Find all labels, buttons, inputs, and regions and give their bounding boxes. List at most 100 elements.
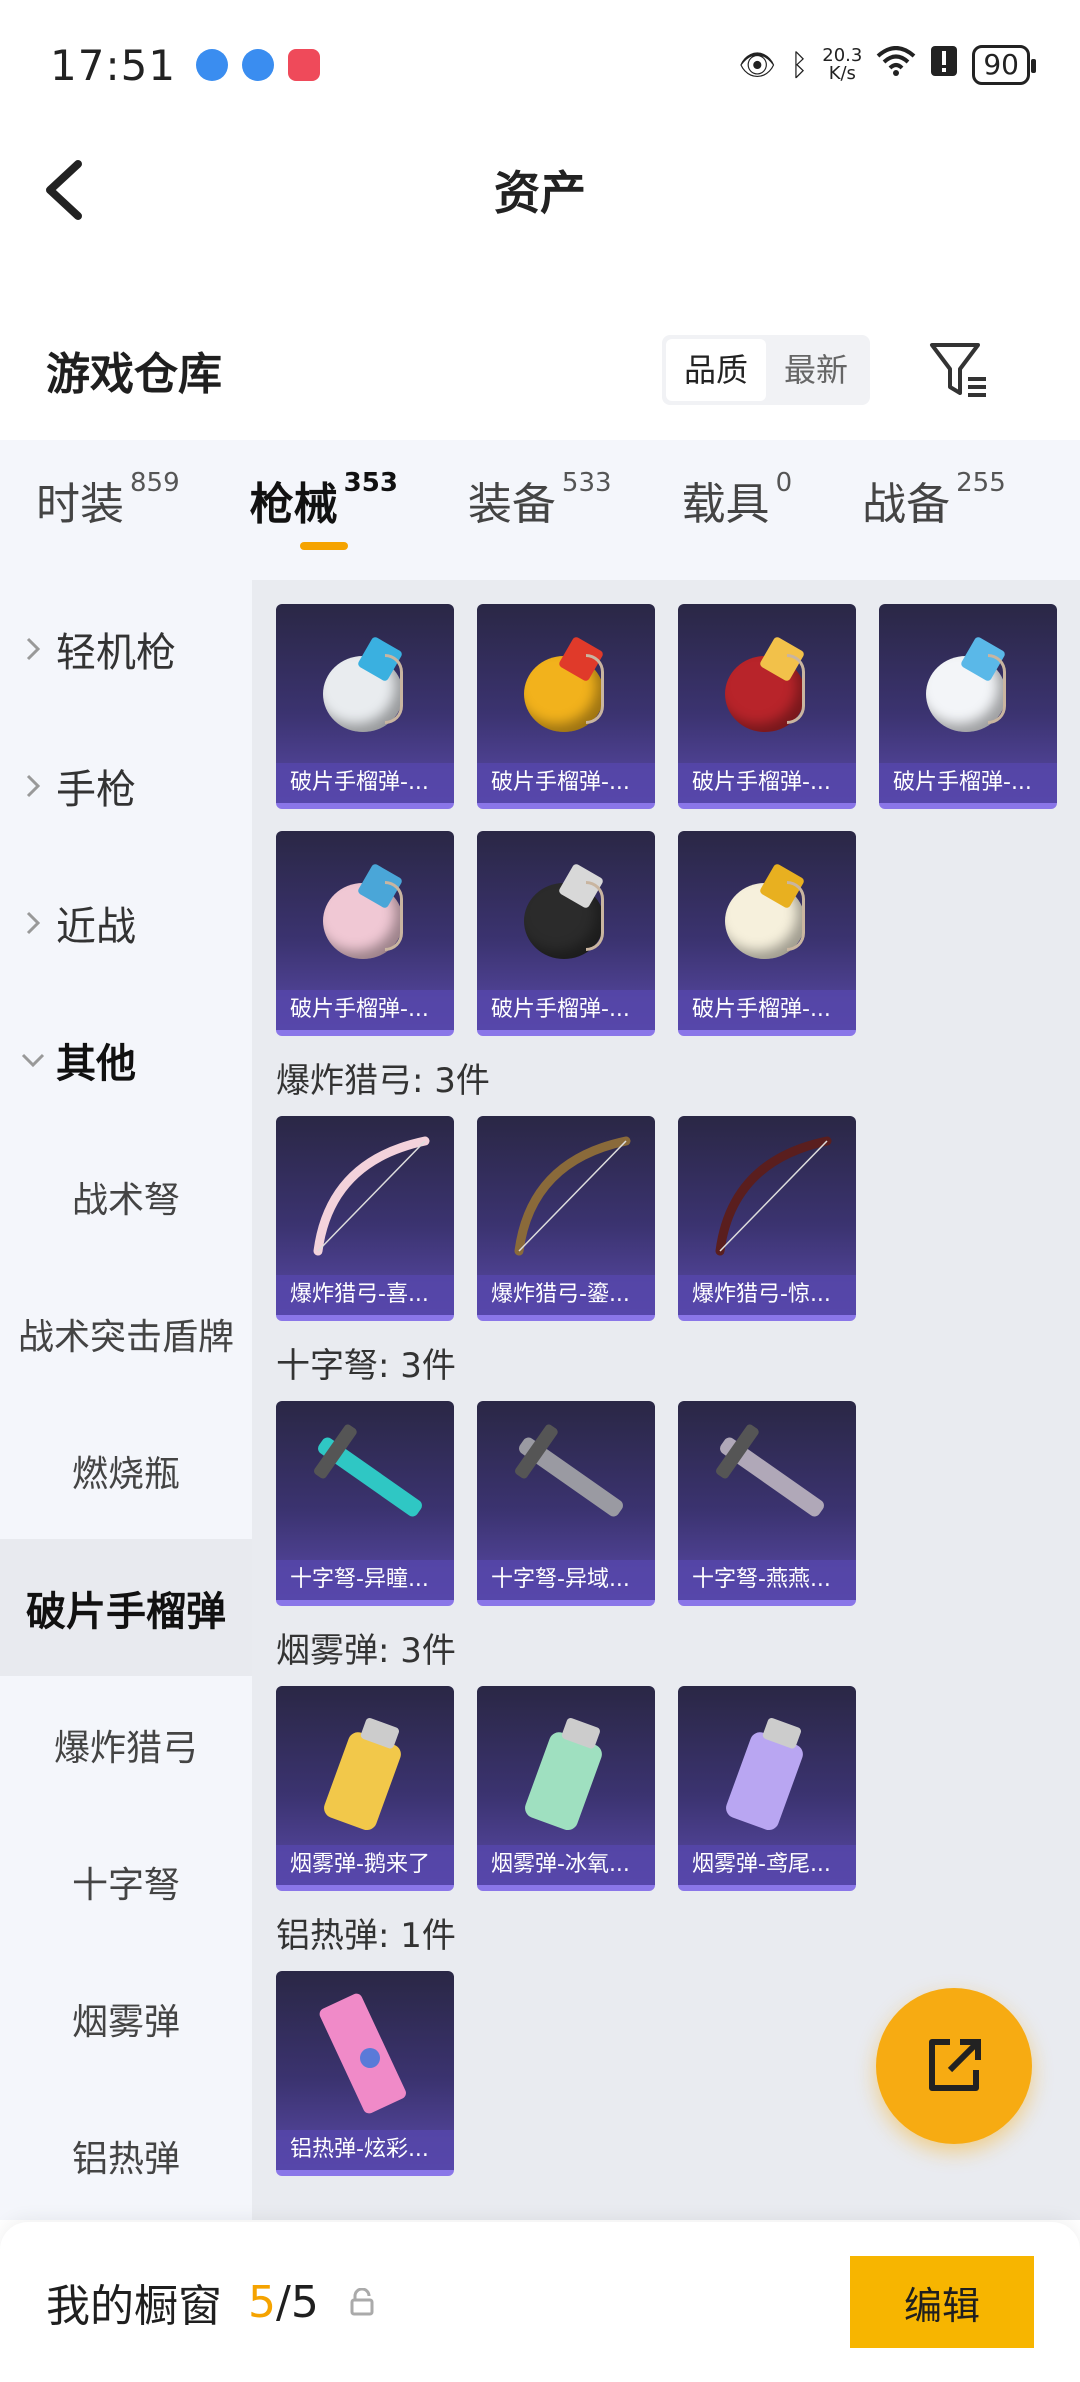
item-name: 十字弩-异瞳... (276, 1560, 454, 1600)
item-card[interactable]: 烟雾弹-冰氧... (477, 1686, 655, 1891)
item-card[interactable]: 破片手榴弹-... (276, 831, 454, 1036)
sidebar-item-label: 手枪 (56, 766, 136, 813)
item-card[interactable]: 十字弩-异域... (477, 1401, 655, 1606)
tab-count: 859 (130, 468, 180, 498)
sidebar-item-crossbow[interactable]: 十字弩 (0, 1813, 252, 1950)
eye-icon: 👁 (738, 47, 777, 83)
item-image (678, 1116, 856, 1276)
showcase-total: /5 (276, 2276, 319, 2328)
sort-latest-button[interactable]: 最新 (766, 339, 866, 401)
item-name: 破片手榴弹-... (276, 763, 454, 803)
item-image (879, 604, 1057, 764)
item-name: 爆炸猎弓-鎏... (477, 1275, 655, 1315)
item-card[interactable]: 烟雾弹-鸢尾... (678, 1686, 856, 1891)
item-card[interactable]: 破片手榴弹-... (477, 831, 655, 1036)
item-image (477, 1686, 655, 1846)
item-image (477, 604, 655, 764)
thermite-art (319, 1993, 406, 2114)
filter-icon (930, 343, 986, 397)
title-bar: 资产 (0, 130, 1080, 250)
item-name: 破片手榴弹-... (477, 990, 655, 1030)
item-card[interactable]: 十字弩-异瞳... (276, 1401, 454, 1606)
item-card[interactable]: 破片手榴弹-... (276, 604, 454, 809)
item-image (477, 831, 655, 991)
grenade-art (315, 861, 415, 961)
tab-vehicles[interactable]: 载具 0 (682, 468, 793, 552)
sidebar-item-other[interactable]: 其他 (0, 991, 252, 1128)
item-image (477, 1116, 655, 1276)
bow-art (514, 1136, 631, 1256)
item-name: 烟雾弹-冰氧... (477, 1845, 655, 1885)
grenade-art (918, 634, 1018, 734)
sidebar-item-assault-shield[interactable]: 战术突击盾牌 (0, 1265, 252, 1402)
battery-indicator: 90 (972, 45, 1036, 85)
frag-grenade-grid: 破片手榴弹-... 破片手榴弹-... 破片手榴弹-... 破片手榴弹-... 破片手榴… (276, 604, 1080, 1036)
item-image (276, 831, 454, 991)
sidebar-item-frag-grenade[interactable]: 破片手榴弹 (0, 1539, 252, 1676)
item-name: 十字弩-燕燕... (678, 1560, 856, 1600)
showcase-current: 5 (248, 2276, 276, 2328)
filter-button[interactable] (924, 335, 994, 405)
item-card[interactable]: 破片手榴弹-... (477, 604, 655, 809)
bow-art (715, 1136, 832, 1256)
sidebar-item-lmg[interactable]: 轻机枪 (0, 580, 252, 717)
tab-guns[interactable]: 枪械 353 (250, 468, 398, 552)
grenade-art (717, 861, 817, 961)
item-name: 爆炸猎弓-喜... (276, 1275, 454, 1315)
smoke-grenade-art (525, 1718, 602, 1831)
group-title-crossbow: 十字弩: 3件 (276, 1346, 456, 1386)
item-card[interactable]: 铝热弹-炫彩... (276, 1971, 454, 2176)
back-button[interactable] (40, 158, 100, 222)
item-card[interactable]: 爆炸猎弓-鎏... (477, 1116, 655, 1321)
tab-label: 枪械 (249, 479, 338, 530)
item-name: 十字弩-异域... (477, 1560, 655, 1600)
grenade-art (516, 634, 616, 734)
item-card[interactable]: 爆炸猎弓-喜... (276, 1116, 454, 1321)
sidebar-item-pistol[interactable]: 手枪 (0, 717, 252, 854)
crossbow-art (514, 1424, 623, 1517)
item-image (678, 831, 856, 991)
shopping-notification-icon (288, 49, 321, 81)
item-name: 破片手榴弹-... (678, 990, 856, 1030)
edit-button[interactable]: 编辑 (850, 2256, 1034, 2348)
smoke-grenade-grid: 烟雾弹-鹅来了 烟雾弹-冰氧... 烟雾弹-鸢尾... (276, 1686, 1080, 1891)
item-card[interactable]: 破片手榴弹-... (678, 604, 856, 809)
item-card[interactable]: 破片手榴弹-... (879, 604, 1057, 809)
active-tab-indicator (299, 542, 348, 550)
network-speed: 20.3 K/s (822, 47, 862, 83)
tab-count: 353 (343, 468, 398, 498)
crossbow-grid: 十字弩-异瞳... 十字弩-异域... 十字弩-燕燕... (276, 1401, 1080, 1606)
item-card[interactable]: 十字弩-燕燕... (678, 1401, 856, 1606)
showcase-bar: 我的橱窗 5/5 编辑 (0, 2222, 1080, 2382)
sidebar-item-tactical-crossbow[interactable]: 战术弩 (0, 1128, 252, 1265)
chevron-right-icon (26, 637, 41, 661)
share-button[interactable] (876, 1988, 1032, 2144)
item-grid-area: 破片手榴弹-... 破片手榴弹-... 破片手榴弹-... 破片手榴弹-... 破片手榴… (252, 580, 1080, 2220)
app-notification-icon (196, 49, 229, 81)
tab-equipment[interactable]: 装备 533 (468, 468, 612, 552)
sidebar-item-thermite[interactable]: 铝热弹 (0, 2087, 252, 2224)
item-image (477, 1401, 655, 1561)
item-image (678, 1686, 856, 1846)
wifi-icon (876, 46, 916, 84)
sidebar-item-smoke-grenade[interactable]: 烟雾弹 (0, 1950, 252, 2087)
sidebar-item-label: 其他 (56, 1040, 136, 1087)
warehouse-title: 游戏仓库 (46, 349, 222, 400)
tab-combat-gear[interactable]: 战备 255 (862, 468, 1006, 552)
tab-count: 255 (956, 468, 1006, 498)
item-card[interactable]: 烟雾弹-鹅来了 (276, 1686, 454, 1891)
warehouse-header: 游戏仓库 品质 最新 (0, 320, 1080, 420)
sidebar-item-melee[interactable]: 近战 (0, 854, 252, 991)
sidebar-item-explosive-bow[interactable]: 爆炸猎弓 (0, 1676, 252, 1813)
item-card[interactable]: 破片手榴弹-... (678, 831, 856, 1036)
bluetooth-icon: ᛒ (790, 47, 809, 83)
smoke-grenade-art (324, 1718, 401, 1831)
crossbow-art (313, 1424, 422, 1517)
item-card[interactable]: 爆炸猎弓-惊... (678, 1116, 856, 1321)
sort-quality-button[interactable]: 品质 (665, 339, 766, 401)
sidebar-item-molotov[interactable]: 燃烧瓶 (0, 1402, 252, 1539)
tab-count: 533 (561, 468, 612, 498)
item-name: 爆炸猎弓-惊... (678, 1275, 856, 1315)
share-external-icon (929, 2039, 981, 2091)
tab-fashion[interactable]: 时装 859 (36, 468, 180, 552)
